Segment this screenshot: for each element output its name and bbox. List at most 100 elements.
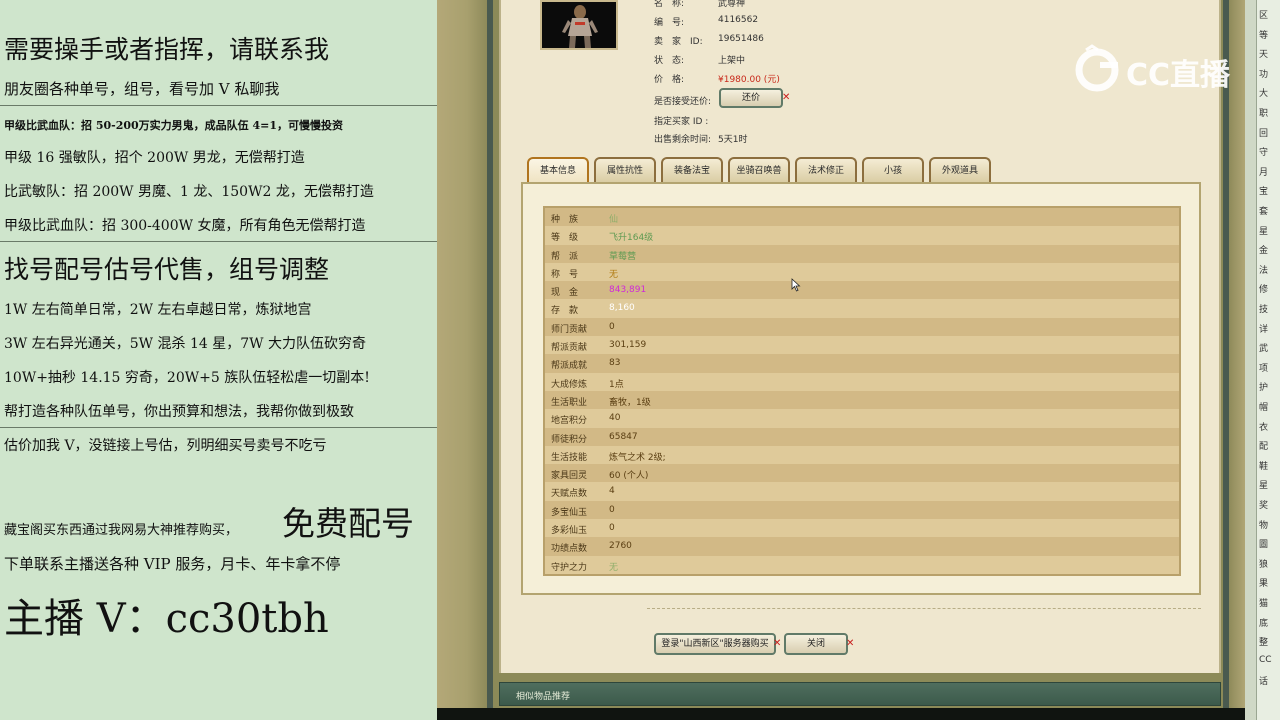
attribute-row: 帮派成就 83 bbox=[545, 354, 1179, 373]
cc-logo-icon bbox=[1075, 44, 1119, 92]
chat-line: 星 bbox=[1259, 481, 1269, 492]
time-left-label: 出售剩余时间: bbox=[654, 135, 712, 145]
chat-line: 星 bbox=[1259, 226, 1269, 237]
login-purchase-button[interactable]: 登录"山西新区"服务器购买 bbox=[654, 633, 776, 655]
frame-border bbox=[1229, 0, 1245, 720]
attribute-label: 等 级 bbox=[551, 233, 579, 244]
seller-value: 19651486 bbox=[718, 34, 764, 44]
price-label: 价 格: bbox=[654, 75, 685, 85]
attribute-label: 大成修炼 bbox=[551, 379, 588, 390]
divider bbox=[0, 241, 437, 242]
attribute-label: 现 金 bbox=[551, 288, 579, 299]
attribute-value: 飞升164级 bbox=[609, 233, 654, 244]
attribute-value: 2760 bbox=[609, 541, 632, 552]
chat-line: 修 bbox=[1259, 285, 1269, 296]
chat-line: 物 bbox=[1259, 520, 1269, 531]
close-icon[interactable]: ✕ bbox=[846, 639, 854, 649]
close-icon[interactable]: ✕ bbox=[773, 639, 781, 649]
counter-offer-button[interactable]: 还价 bbox=[719, 88, 783, 108]
chat-sidebar: 区等天功大职回守月宝套星金法修技详武项护帽衣配鞋星奖物圖狼果猫底整 CC 话 bbox=[1245, 0, 1280, 720]
attribute-row: 现 金 843,891 bbox=[545, 281, 1179, 300]
mouse-cursor-icon bbox=[791, 278, 801, 292]
attribute-label: 家具回灵 bbox=[551, 471, 588, 482]
promo-line: 1W 左右简单日常，2W 左右卓越日常，炼狱地宫 bbox=[4, 302, 312, 318]
divider bbox=[647, 608, 1201, 609]
attribute-value: 0 bbox=[609, 321, 615, 332]
attribute-value: 炼气之术 2级; bbox=[609, 452, 666, 463]
close-icon[interactable]: ✕ bbox=[782, 93, 790, 103]
attribute-row: 天赋点数 4 bbox=[545, 482, 1179, 501]
attribute-label: 存 款 bbox=[551, 306, 579, 317]
attribute-row: 地宫积分 40 bbox=[545, 409, 1179, 428]
tab-appearance-items[interactable]: 外观道具 bbox=[929, 157, 991, 183]
attribute-label: 多彩仙玉 bbox=[551, 526, 588, 537]
attribute-row: 家具回灵 60 (个人) bbox=[545, 464, 1179, 483]
attribute-row: 多宝仙玉 0 bbox=[545, 500, 1179, 520]
designated-buyer-row: 指定买家 ID : bbox=[654, 114, 854, 127]
attribute-row: 师门贡献 0 bbox=[545, 317, 1179, 337]
tab-mounts-summons[interactable]: 坐骑召唤兽 bbox=[728, 157, 790, 183]
promo-line: 藏宝阁买东西通过我网易大神推荐购买， bbox=[4, 523, 239, 538]
seller-row: 卖 家 ID: 19651486 bbox=[654, 34, 854, 47]
chat-line: 等 bbox=[1259, 30, 1269, 41]
attribute-row: 大成修炼 1点 bbox=[545, 372, 1179, 391]
name-value: 武尊神 bbox=[718, 0, 746, 9]
divider bbox=[0, 105, 437, 106]
basic-info-panel: 种 族仙等 级飞升164级帮 派草莓营称 号无现 金 843,891 存 款 8,16… bbox=[521, 182, 1201, 595]
price-row: 价 格: ¥1980.00 (元) bbox=[654, 72, 854, 85]
frame-border bbox=[437, 0, 487, 720]
chat-line: 法 bbox=[1259, 265, 1269, 276]
price-value: ¥1980.00 (元) bbox=[718, 75, 780, 85]
chat-scrollbar[interactable] bbox=[1245, 0, 1257, 720]
chat-line: 月 bbox=[1259, 167, 1269, 178]
chat-line: 配 bbox=[1259, 442, 1269, 453]
character-figure-icon bbox=[542, 2, 616, 48]
name-row: 名 称: 武尊神 bbox=[654, 0, 854, 9]
chat-line: 守 bbox=[1259, 148, 1269, 159]
tab-children[interactable]: 小孩 bbox=[862, 157, 924, 183]
attribute-row: 功绩点数 2760 bbox=[545, 537, 1179, 556]
attribute-value: 8,160 bbox=[609, 303, 635, 314]
status-label: 状 态: bbox=[654, 56, 685, 66]
tab-spell-correction[interactable]: 法术修正 bbox=[795, 157, 857, 183]
frame-border bbox=[437, 708, 1245, 720]
character-portrait bbox=[540, 0, 618, 50]
attribute-row: 生活职业 畜牧，1级 bbox=[545, 390, 1179, 410]
chat-line: 职 bbox=[1259, 109, 1269, 119]
similar-items-bar[interactable]: 相似物品推荐 bbox=[499, 682, 1221, 706]
promo-line: 甲级 16 强敏队，招个 200W 男龙，无偿帮打造 bbox=[4, 150, 305, 166]
promo-line: 甲级比武血队：招 300-400W 女魔，所有角色无偿帮打造 bbox=[4, 218, 366, 234]
attribute-value: 无 bbox=[609, 269, 619, 280]
promo-line: 甲级比武血队：招 50-200万实力男鬼，成品队伍 4=1，可慢慢投资 bbox=[4, 119, 344, 132]
chat-line: 狼 bbox=[1259, 559, 1269, 570]
chat-line: 区 bbox=[1259, 11, 1269, 21]
attribute-value: 无 bbox=[609, 562, 619, 573]
attribute-row: 师徒积分 65847 bbox=[545, 427, 1179, 446]
tab-equipment[interactable]: 装备法宝 bbox=[661, 157, 723, 183]
frame-border bbox=[487, 0, 493, 720]
id-value: 4116562 bbox=[718, 15, 759, 25]
attribute-row: 种 族仙 bbox=[545, 208, 1179, 227]
attribute-value: 60 (个人) bbox=[609, 471, 649, 482]
time-left-value: 5天1时 bbox=[718, 135, 748, 145]
attribute-value: 40 bbox=[609, 413, 621, 424]
promo-line: 主播 V：cc30tbh bbox=[4, 596, 329, 642]
attribute-label: 生活职业 bbox=[551, 397, 588, 408]
attribute-label: 地宫积分 bbox=[551, 416, 588, 427]
similar-items-title: 相似物品推荐 bbox=[516, 692, 571, 702]
chat-line: 话 bbox=[1259, 677, 1269, 688]
attribute-label: 称 号 bbox=[551, 269, 579, 280]
chat-line: 武 bbox=[1259, 344, 1269, 355]
chat-line: 套 bbox=[1259, 207, 1269, 217]
promo-panel: 需要操手或者指挥，请联系我 朋友圈各种单号，组号，看号加 V 私聊我 甲级比武血… bbox=[0, 0, 437, 720]
attribute-row: 存 款 8,160 bbox=[545, 299, 1179, 318]
promo-line: 下单联系主播送各种 VIP 服务，月卡、年卡拿不停 bbox=[4, 555, 341, 573]
close-button[interactable]: 关闭 bbox=[784, 633, 848, 655]
attribute-label: 帮派贡献 bbox=[551, 343, 588, 354]
watermark-text: CC直播 bbox=[1126, 58, 1231, 93]
tab-basic-info[interactable]: 基本信息 bbox=[527, 157, 589, 183]
tab-attributes[interactable]: 属性抗性 bbox=[594, 157, 656, 183]
chat-line: 帽 bbox=[1259, 403, 1269, 413]
attribute-table: 种 族仙等 级飞升164级帮 派草莓营称 号无现 金 843,891 存 款 8,16… bbox=[543, 206, 1181, 576]
promo-line: 帮打造各种队伍单号，你出预算和想法，我帮你做到极致 bbox=[4, 404, 354, 420]
